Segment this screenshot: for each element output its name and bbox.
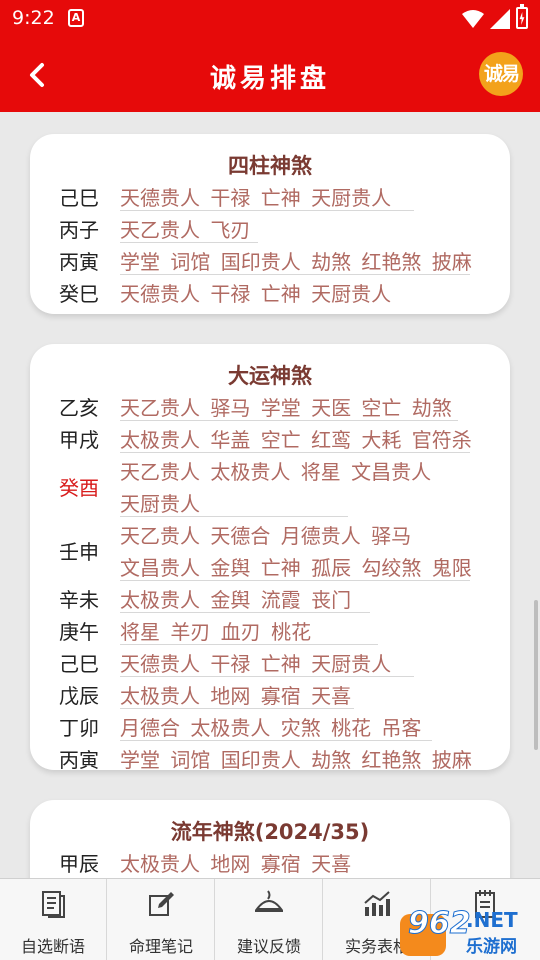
ganzhi-label: 癸巳 — [59, 282, 99, 306]
shensha-row: 辛未 太极贵人 金舆 流霞 丧门 — [30, 581, 510, 613]
watermark-logo: 962 .NET 乐游网 — [400, 906, 536, 958]
scrollbar-thumb[interactable] — [534, 600, 538, 750]
ganzhi-label: 壬申 — [59, 540, 99, 564]
shensha-values: 太极贵人 金舆 流霞 丧门 — [120, 588, 352, 612]
shensha-row: 庚午 将星 羊刃 血刃 桃花 — [30, 613, 510, 645]
shensha-row: 壬申 天乙贵人 天德合 月德贵人 驿马 文昌贵人 金舆 亡神 孤辰 勾绞煞 鬼限 — [30, 517, 510, 581]
watermark-text: 乐游网 — [466, 937, 517, 957]
ganzhi-label: 丙寅 — [59, 748, 99, 772]
nav-item-notes[interactable]: 命理笔记 — [108, 879, 215, 960]
shensha-values: 学堂 词馆 国印贵人 劫煞 红艳煞 披麻 — [120, 748, 472, 772]
shensha-row: 戊辰 太极贵人 地网 寡宿 天喜 — [30, 677, 510, 709]
shensha-row: 癸巳 天德贵人 干禄 亡神 天厨贵人 — [30, 275, 510, 307]
shensha-values: 天乙贵人 太极贵人 将星 文昌贵人 — [120, 460, 432, 484]
shensha-row: 乙亥 天乙贵人 驿马 学堂 天医 空亡 劫煞 — [30, 389, 510, 421]
nav-label: 建议反馈 — [236, 937, 301, 956]
shensha-values: 天乙贵人 飞刃 — [120, 218, 251, 242]
card-title: 大运神煞 — [228, 364, 312, 388]
feedback-icon — [254, 890, 284, 912]
shensha-values: 太极贵人 华盖 空亡 红鸾 大耗 官符杀 — [120, 428, 472, 452]
shensha-row: 丙子 天乙贵人 飞刃 — [30, 211, 510, 243]
nav-label: 命理笔记 — [128, 937, 193, 956]
shensha-values: 天德贵人 干禄 亡神 天厨贵人 — [120, 282, 392, 306]
signal-icon — [490, 9, 510, 29]
shensha-values: 学堂 词馆 国印贵人 劫煞 红艳煞 披麻 — [120, 250, 472, 274]
ganzhi-label: 己巳 — [59, 186, 99, 210]
ganzhi-label: 戊辰 — [59, 684, 99, 708]
shensha-values: 将星 羊刃 血刃 桃花 — [120, 620, 312, 644]
status-time: 9:22 — [12, 7, 55, 29]
page-title: 诚易排盘 — [209, 64, 330, 94]
shensha-values: 月德合 太极贵人 灾煞 桃花 吊客 — [120, 716, 422, 740]
shensha-values: 天乙贵人 驿马 学堂 天医 空亡 劫煞 — [120, 396, 452, 420]
ganzhi-label: 乙亥 — [59, 396, 99, 420]
ganzhi-label: 己巳 — [59, 652, 99, 676]
wifi-icon — [462, 10, 484, 28]
shensha-row: 己巳 天德贵人 干禄 亡神 天厨贵人 — [30, 179, 510, 211]
shensha-row: 丙寅 学堂 词馆 国印贵人 劫煞 红艳煞 披麻 — [30, 741, 510, 773]
app-notification-icon: A — [68, 9, 84, 27]
app-header: 诚易排盘 诚易 — [0, 38, 540, 112]
ganzhi-label: 辛未 — [59, 588, 99, 612]
edit-icon — [149, 892, 174, 916]
shensha-row: 丁卯 月德合 太极贵人 灾煞 桃花 吊客 — [30, 709, 510, 741]
ganzhi-label: 丙子 — [59, 218, 99, 242]
shensha-values-line2: 天厨贵人 — [120, 492, 200, 516]
shensha-row: 癸酉 天乙贵人 太极贵人 将星 文昌贵人 天厨贵人 — [30, 453, 510, 517]
watermark-suffix: .NET — [466, 908, 518, 932]
chart-icon — [364, 891, 390, 916]
shensha-row: 甲戌 太极贵人 华盖 空亡 红鸾 大耗 官符杀 — [30, 421, 510, 453]
shensha-row: 丙寅 学堂 词馆 国印贵人 劫煞 红艳煞 披麻 — [30, 243, 510, 275]
status-bar: 9:22 A — [0, 0, 540, 38]
watermark-number: 962 — [408, 906, 472, 942]
ganzhi-label-current: 癸酉 — [59, 476, 99, 500]
card-title: 流年神煞(2024/35) — [170, 820, 370, 844]
shensha-values: 太极贵人 地网 寡宿 天喜 — [120, 852, 352, 876]
shensha-values-line2: 文昌贵人 金舆 亡神 孤辰 勾绞煞 鬼限 — [120, 556, 472, 580]
shensha-row: 己巳 天德贵人 干禄 亡神 天厨贵人 — [30, 645, 510, 677]
ganzhi-label: 庚午 — [59, 620, 99, 644]
shensha-values: 天乙贵人 天德合 月德贵人 驿马 — [120, 524, 412, 548]
card-sizhu-shensha: 四柱神煞 己巳 天德贵人 干禄 亡神 天厨贵人 丙子 天乙贵人 飞刃 丙寅 学堂… — [30, 134, 510, 314]
battery-icon — [516, 4, 528, 29]
shensha-values: 天德贵人 干禄 亡神 天厨贵人 — [120, 652, 392, 676]
ganzhi-label: 丁卯 — [59, 716, 99, 740]
card-dayun-shensha: 大运神煞 乙亥 天乙贵人 驿马 学堂 天医 空亡 劫煞 甲戌 太极贵人 华盖 空… — [30, 344, 510, 773]
nav-item-feedback[interactable]: 建议反馈 — [216, 879, 323, 960]
nav-item-custom-judgement[interactable]: 自选断语 — [0, 879, 107, 960]
shensha-values: 太极贵人 地网 寡宿 天喜 — [120, 684, 352, 708]
document-icon — [42, 891, 65, 918]
shensha-values: 天德贵人 干禄 亡神 天厨贵人 — [120, 186, 392, 210]
nav-label: 自选断语 — [20, 937, 85, 956]
shensha-row: 甲辰 太极贵人 地网 寡宿 天喜 — [30, 845, 510, 877]
app-logo[interactable]: 诚易 — [479, 52, 523, 96]
ganzhi-label: 丙寅 — [59, 250, 99, 274]
ganzhi-label: 甲辰 — [59, 852, 99, 876]
card-title: 四柱神煞 — [228, 154, 312, 178]
ganzhi-label: 甲戌 — [59, 428, 99, 452]
